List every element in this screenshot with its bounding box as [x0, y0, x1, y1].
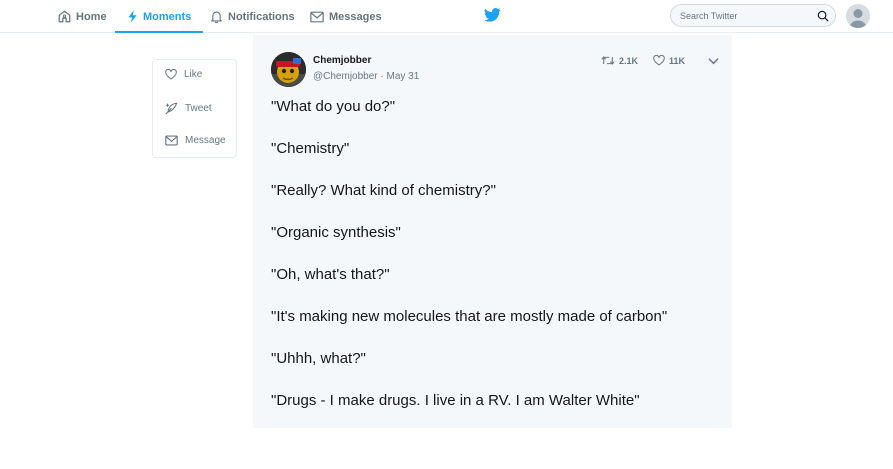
tweet-line: "Really? What kind of chemistry?"	[271, 182, 496, 199]
default-avatar-icon	[846, 4, 870, 28]
like-count[interactable]: 11K	[653, 55, 685, 66]
heart-icon	[165, 69, 177, 80]
tweet-action[interactable]: Tweet	[165, 102, 212, 115]
like-action-label: Like	[184, 69, 203, 80]
envelope-icon	[310, 11, 324, 22]
envelope-icon	[165, 135, 178, 146]
tweet-line: "Chemistry"	[271, 140, 350, 157]
tweet-line: "It's making new molecules that are most…	[271, 308, 668, 325]
heart-icon	[653, 55, 665, 66]
author-name[interactable]: Chemjobber	[313, 55, 371, 66]
bell-icon	[211, 11, 222, 23]
message-action[interactable]: Message	[165, 135, 226, 146]
nav-moments[interactable]: Moments	[114, 0, 204, 33]
chevron-down-icon[interactable]	[708, 57, 719, 65]
nav-messages[interactable]: Messages	[310, 0, 382, 33]
nav-notifications[interactable]: Notifications	[210, 0, 295, 33]
retweet-icon	[601, 56, 615, 65]
tweet-action-label: Tweet	[185, 103, 212, 114]
tweet-text: "What do you do?" "Chemistry" "Really? W…	[271, 96, 721, 432]
message-action-label: Message	[185, 135, 226, 146]
nav-home-label: Home	[76, 10, 107, 23]
lightning-icon	[128, 10, 137, 23]
nav-home[interactable]: Home	[58, 0, 107, 33]
user-avatar[interactable]	[846, 4, 870, 28]
like-action[interactable]: Like	[165, 69, 202, 80]
author-avatar-image	[271, 52, 306, 87]
feather-icon	[165, 102, 178, 115]
twitter-bird-icon[interactable]	[484, 8, 501, 22]
nav-messages-label: Messages	[329, 10, 382, 23]
search-icon[interactable]	[817, 10, 829, 22]
like-count-value: 11K	[669, 55, 686, 66]
retweet-count[interactable]: 2.1K	[601, 55, 638, 66]
tweet-actions-card: Like Tweet Message	[152, 59, 237, 158]
tweet-line: "Organic synthesis"	[271, 224, 401, 241]
tweet-card: Chemjobber @Chemjobber · May 31 2.1K 11K…	[253, 35, 732, 428]
tweet-line: "Drugs - I make drugs. I live in a RV. I…	[271, 392, 640, 409]
nav-notifications-label: Notifications	[228, 10, 295, 23]
search-input[interactable]	[680, 10, 817, 21]
retweet-count-value: 2.1K	[619, 55, 639, 66]
search-box[interactable]	[670, 4, 836, 27]
top-navigation-bar: Home Moments Notifications Messages	[0, 0, 893, 33]
tweet-line: "Uhhh, what?"	[271, 350, 366, 367]
tweet-line: "Oh, what's that?"	[271, 266, 390, 283]
nav-moments-label: Moments	[143, 10, 192, 23]
author-avatar[interactable]	[271, 52, 306, 87]
tweet-line: "What do you do?"	[271, 98, 396, 115]
home-icon	[58, 10, 71, 23]
author-handle-date: @Chemjobber · May 31	[313, 71, 420, 82]
